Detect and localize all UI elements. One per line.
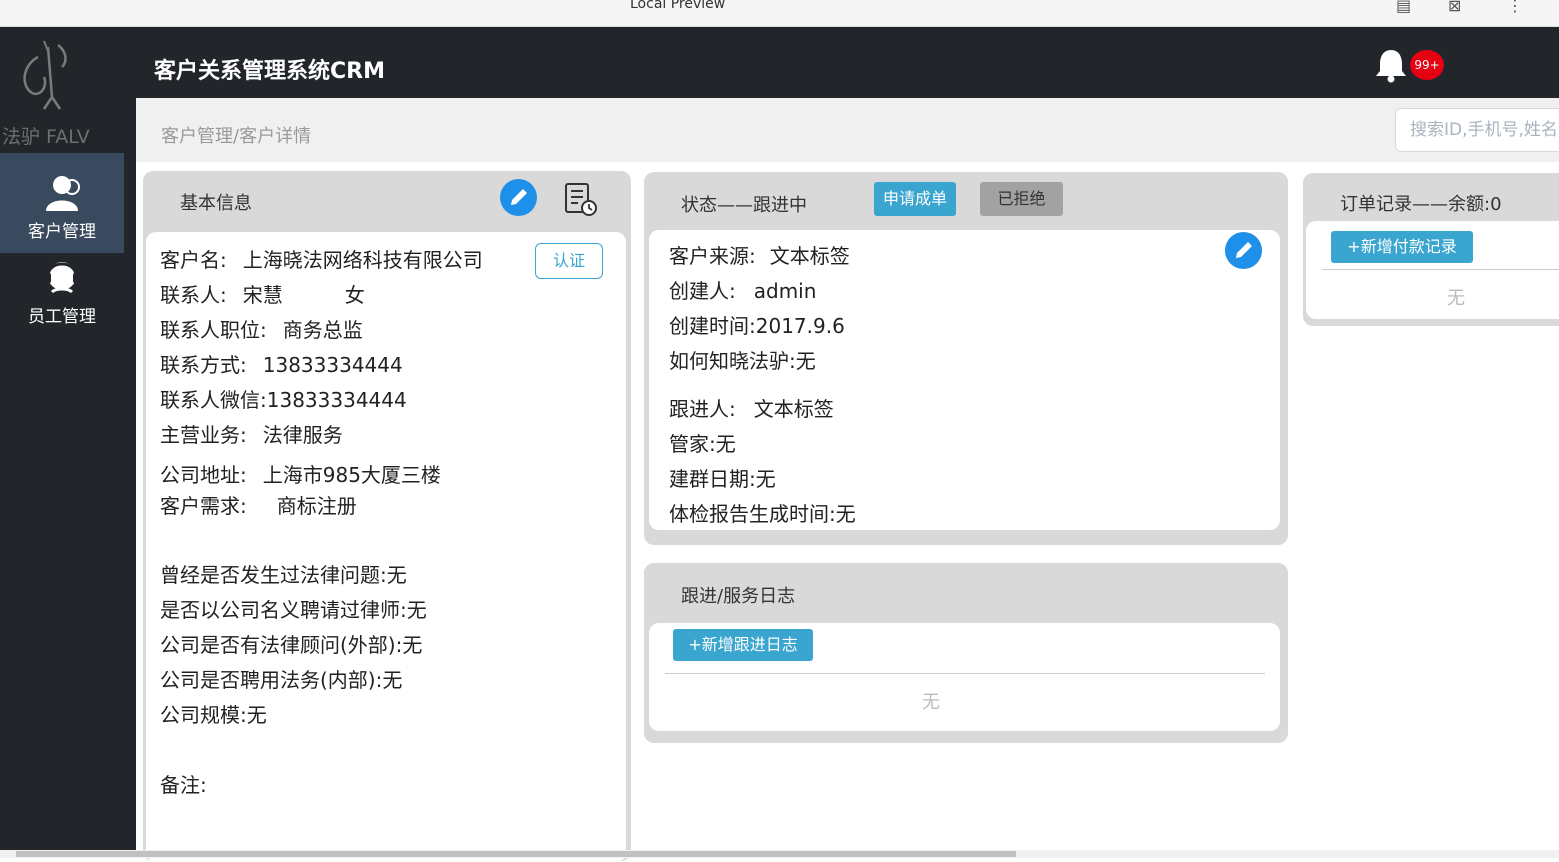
preview-title: Local Preview — [630, 0, 726, 12]
search-input[interactable] — [1395, 108, 1559, 152]
field-report-time: 体检报告生成时间:无 — [669, 502, 856, 526]
sidebar-item-label: 员工管理 — [28, 307, 96, 327]
app-title: 客户关系管理系统CRM — [154, 59, 385, 84]
divider — [1322, 269, 1559, 270]
pencil-icon — [1236, 242, 1252, 258]
orders-panel: 订单记录——余额:0 +新增付款记录 无 — [1303, 173, 1559, 326]
customers-icon — [46, 176, 80, 211]
topbar: 客户关系管理系统CRM 99+ — [136, 27, 1559, 98]
apply-order-button[interactable]: 申请成单 — [874, 182, 956, 216]
add-log-button[interactable]: +新增跟进日志 — [673, 629, 813, 661]
pencil-icon — [511, 189, 527, 205]
orders-empty: 无 — [1447, 288, 1465, 309]
staff-icon — [45, 262, 79, 294]
bell-icon[interactable] — [1374, 47, 1408, 83]
sidebar-item-customers[interactable]: 客户管理 — [0, 153, 124, 253]
field-wechat: 联系人微信:13833334444 — [160, 388, 407, 412]
logo-icon — [23, 40, 67, 110]
breadcrumb: 客户管理/客户详情 — [161, 126, 312, 147]
field-group-date: 建群日期:无 — [669, 467, 776, 491]
edit-status-button[interactable] — [1225, 232, 1262, 269]
log-empty: 无 — [922, 692, 940, 713]
field-contact: 联系人: 宋慧女 — [160, 283, 365, 307]
more-vertical-icon[interactable]: ⋮ — [1507, 0, 1523, 15]
basic-info-panel: 基本信息 认证 客户名: 上海晓法网络科技有限公司 联系人: 宋慧女 联系人职位: 商… — [143, 171, 631, 862]
log-panel: 跟进/服务日志 +新增跟进日志 无 — [644, 563, 1288, 743]
verify-button[interactable]: 认证 — [535, 243, 603, 279]
field-how-know: 如何知晓法驴:无 — [669, 349, 816, 373]
log-body: +新增跟进日志 无 — [649, 623, 1280, 731]
sidebar: 法驴 FALV 客户管理 员工管理 — [0, 27, 136, 858]
basic-info-body: 认证 客户名: 上海晓法网络科技有限公司 联系人: 宋慧女 联系人职位: 商务总监 联… — [146, 232, 626, 862]
divider — [665, 673, 1265, 674]
document-icon[interactable]: ▤ — [1396, 0, 1411, 15]
notification-badge: 99+ — [1410, 50, 1444, 80]
orders-title: 订单记录——余额:0 — [1340, 194, 1502, 215]
rejected-button[interactable]: 已拒绝 — [980, 182, 1063, 216]
horizontal-scrollbar[interactable] — [0, 850, 1559, 858]
log-title: 跟进/服务日志 — [681, 586, 796, 607]
field-customer-name: 客户名: 上海晓法网络科技有限公司 — [160, 248, 483, 272]
logo-text: 法驴 FALV — [2, 126, 90, 148]
orders-body: +新增付款记录 无 — [1306, 221, 1559, 319]
field-created-time: 创建时间:2017.9.6 — [669, 314, 845, 338]
field-phone: 联系方式: 13833334444 — [160, 353, 403, 377]
remark-label: 备注: — [160, 773, 207, 797]
field-address: 公司地址: 上海市985大厦三楼 — [160, 463, 441, 487]
add-payment-button[interactable]: +新增付款记录 — [1331, 231, 1473, 263]
question-external-counsel: 公司是否有法律顾问(外部):无 — [160, 633, 423, 657]
field-demand: 客户需求: 商标注册 — [160, 494, 357, 518]
status-body: 客户来源: 文本标签 创建人: admin 创建时间:2017.9.6 如何知晓法驴… — [649, 230, 1280, 530]
close-tab-icon[interactable]: ⊠ — [1448, 0, 1461, 15]
question-legal-issue: 曾经是否发生过法律问题:无 — [160, 563, 407, 587]
preview-bar: Local Preview ▤ ⊠ ⋮ — [0, 0, 1559, 27]
status-panel: 状态——跟进中 申请成单 已拒绝 客户来源: 文本标签 创建人: admin 创建时… — [644, 172, 1288, 545]
sidebar-item-staff[interactable]: 员工管理 — [0, 240, 124, 340]
edit-basic-info-button[interactable] — [500, 179, 537, 216]
sidebar-item-label: 客户管理 — [28, 222, 96, 242]
status-title: 状态——跟进中 — [681, 195, 807, 216]
subbar: 客户管理/客户详情 — [136, 98, 1559, 162]
question-lawyer: 是否以公司名义聘请过律师:无 — [160, 598, 427, 622]
history-icon[interactable] — [563, 181, 599, 217]
field-business: 主营业务: 法律服务 — [160, 423, 343, 447]
field-creator: 创建人: admin — [669, 279, 817, 303]
field-steward: 管家:无 — [669, 432, 736, 456]
question-company-size: 公司规模:无 — [160, 703, 267, 727]
field-follower: 跟进人: 文本标签 — [669, 397, 834, 421]
question-internal-legal: 公司是否聘用法务(内部):无 — [160, 668, 403, 692]
scrollbar-thumb[interactable] — [16, 851, 1016, 857]
field-contact-title: 联系人职位: 商务总监 — [160, 318, 363, 342]
basic-info-title: 基本信息 — [180, 193, 252, 214]
field-source: 客户来源: 文本标签 — [669, 244, 850, 268]
